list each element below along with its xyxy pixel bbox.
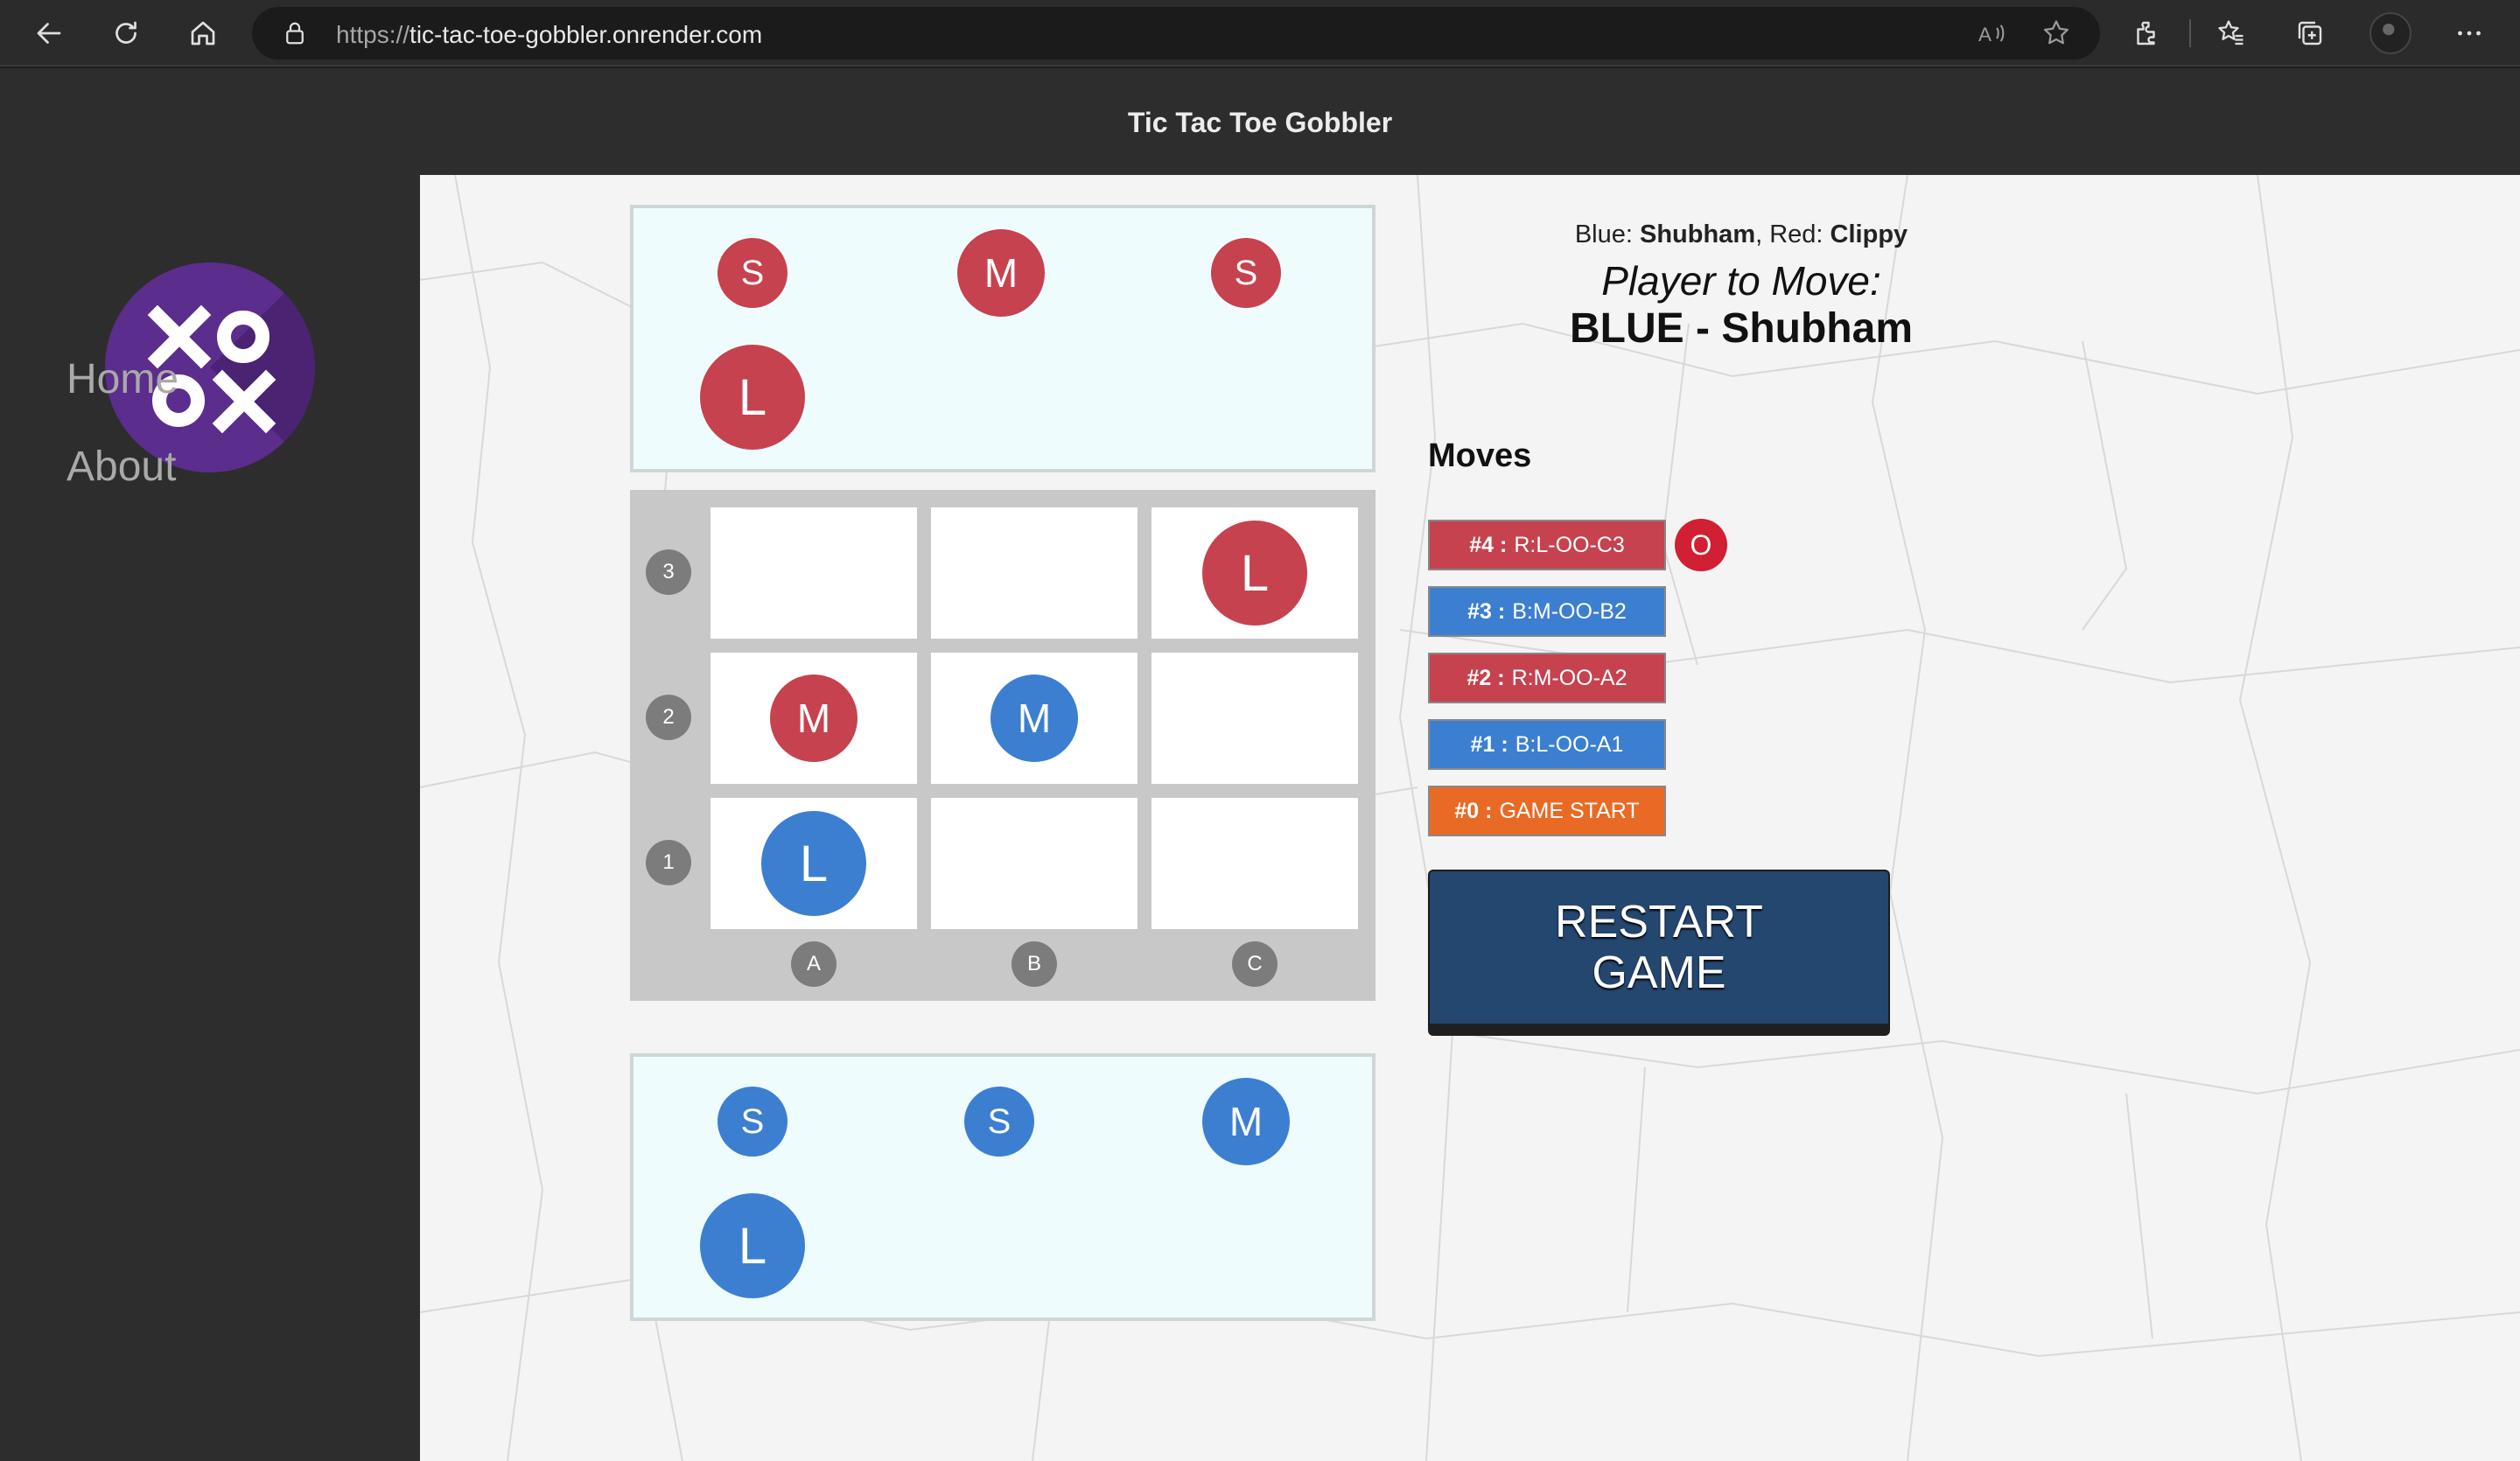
lock-icon[interactable] <box>282 19 308 52</box>
board-piece-red-medium[interactable]: M <box>770 675 858 762</box>
cell-a2[interactable]: M <box>710 653 917 784</box>
app-title: Tic Tac Toe Gobbler <box>1127 107 1393 138</box>
red-label: , Red: <box>1755 220 1830 248</box>
toolbar-separator <box>2189 19 2191 47</box>
app-header: Tic Tac Toe Gobbler <box>0 68 2520 175</box>
red-pieces-tray: S M S L <box>630 205 1376 472</box>
url-host: tic-tac-toe-gobbler.onrender.com <box>410 21 763 48</box>
restart-game-button[interactable]: RESTART GAME <box>1428 870 1890 1036</box>
move-text: B:L-OO-A1 <box>1515 731 1624 757</box>
board-piece-blue-large[interactable]: L <box>761 811 866 916</box>
move-text: R:L-OO-C3 <box>1514 532 1625 557</box>
move-button[interactable]: #3 : B:M-OO-B2 <box>1428 586 1666 637</box>
blue-label: Blue: <box>1574 220 1640 248</box>
red-player-name: Clippy <box>1830 220 1908 248</box>
nav-home-link[interactable]: Home <box>66 355 178 403</box>
blue-piece-medium[interactable]: M <box>1202 1078 1290 1165</box>
blue-player-name: Shubham <box>1639 220 1756 248</box>
refresh-icon[interactable] <box>105 12 147 54</box>
game-area: S M S L 3 2 1 L M M L A B C S S M L Blue… <box>420 175 2520 1461</box>
cell-a1[interactable]: L <box>710 798 917 929</box>
board-piece-blue-medium[interactable]: M <box>990 675 1078 762</box>
blue-piece-large[interactable]: L <box>700 1193 805 1298</box>
current-turn: BLUE - Shubham <box>1570 305 1913 352</box>
cell-b1[interactable] <box>931 798 1138 929</box>
home-icon[interactable] <box>182 12 224 54</box>
more-options-icon[interactable] <box>2448 12 2490 54</box>
red-piece-small[interactable]: S <box>1211 238 1281 308</box>
profile-avatar[interactable] <box>2370 12 2412 54</box>
move-button[interactable]: #1 : B:L-OO-A1 <box>1428 719 1666 770</box>
cell-b2[interactable]: M <box>931 653 1138 784</box>
red-piece-medium[interactable]: M <box>957 229 1045 317</box>
cell-b3[interactable] <box>931 507 1138 639</box>
red-piece-large[interactable]: L <box>700 345 805 450</box>
player-to-move-label: Player to Move: <box>1601 258 1881 304</box>
collections-icon[interactable] <box>2289 12 2331 54</box>
address-bar[interactable]: https://tic-tac-toe-gobbler.onrender.com… <box>252 7 2100 59</box>
read-aloud-icon[interactable]: A <box>1976 17 2007 53</box>
move-text: R:M-OO-A2 <box>1511 665 1628 690</box>
blue-piece-small[interactable]: S <box>718 1087 788 1157</box>
favorites-icon[interactable] <box>2210 12 2252 54</box>
move-number: #4 : <box>1469 532 1508 557</box>
board-piece-red-large[interactable]: L <box>1202 521 1307 626</box>
row-label: 1 <box>646 840 691 885</box>
cell-c3[interactable]: L <box>1152 507 1358 639</box>
move-button[interactable]: #4 : R:L-OO-C3 <box>1428 520 1666 570</box>
move-number: #1 : <box>1470 731 1508 757</box>
move-number: #2 : <box>1466 665 1505 690</box>
cell-c2[interactable] <box>1152 653 1358 784</box>
back-icon[interactable] <box>28 12 70 54</box>
nav-about-link[interactable]: About <box>66 443 176 491</box>
extensions-icon[interactable] <box>2126 12 2168 54</box>
move-number: #0 : <box>1454 798 1493 823</box>
current-move-marker: O <box>1675 519 1727 571</box>
players-info: Blue: Shubham, Red: Clippy <box>1496 220 1986 249</box>
column-label: B <box>1012 941 1057 987</box>
add-favorite-icon[interactable] <box>2040 17 2072 53</box>
move-text: B:M-OO-B2 <box>1512 598 1627 624</box>
web-page: Tic Tac Toe Gobbler Home About S M S L 3… <box>0 68 2520 1461</box>
url-scheme: https:// <box>336 21 410 48</box>
game-board: 3 2 1 L M M L A B C <box>630 490 1376 1001</box>
row-label: 3 <box>646 549 691 595</box>
sidebar: Home About <box>0 175 420 1461</box>
url-text[interactable]: https://tic-tac-toe-gobbler.onrender.com <box>336 21 762 49</box>
blue-piece-small[interactable]: S <box>964 1087 1034 1157</box>
move-text: GAME START <box>1499 798 1640 823</box>
red-piece-small[interactable]: S <box>718 238 788 308</box>
move-button[interactable]: #0 : GAME START <box>1428 786 1666 836</box>
blue-pieces-tray: S S M L <box>630 1053 1376 1321</box>
cell-c1[interactable] <box>1152 798 1358 929</box>
browser-toolbar: https://tic-tac-toe-gobbler.onrender.com… <box>0 0 2520 66</box>
move-number: #3 : <box>1467 598 1506 624</box>
cell-a3[interactable] <box>710 507 917 639</box>
column-label: C <box>1232 941 1278 987</box>
row-label: 2 <box>646 695 691 740</box>
column-label: A <box>791 941 836 987</box>
moves-heading: Moves <box>1428 437 1532 474</box>
move-button[interactable]: #2 : R:M-OO-A2 <box>1428 653 1666 703</box>
restart-label: RESTART GAME <box>1555 897 1763 998</box>
svg-text:A: A <box>1978 24 1992 45</box>
